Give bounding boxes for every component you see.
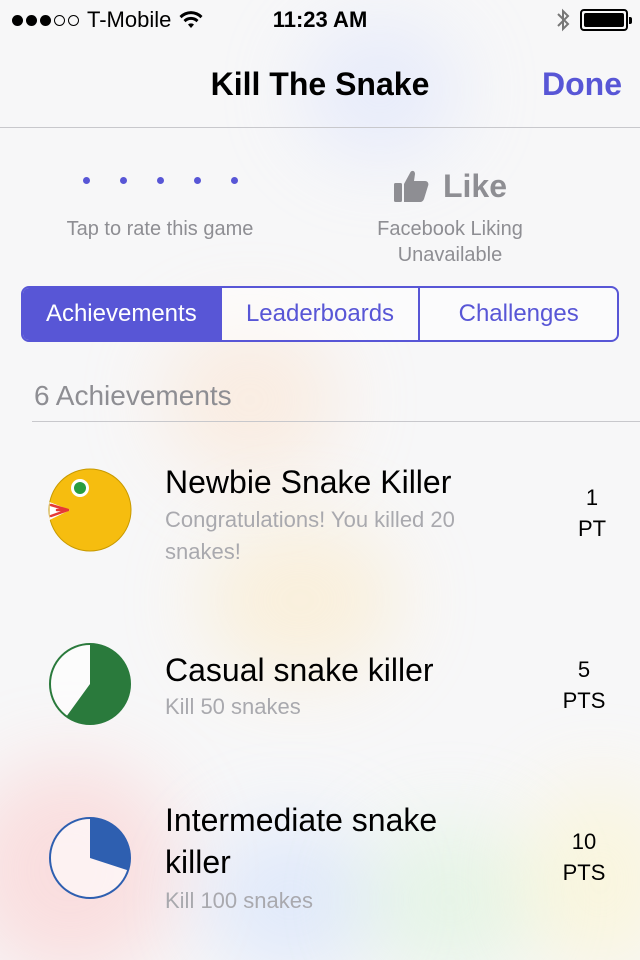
achievement-description-line: Congratulations! You killed 20: [165, 507, 455, 532]
like-label: Like: [442, 167, 508, 204]
rate-game-label: Tap to rate this game: [66, 218, 254, 240]
tab-challenges[interactable]: Challenges: [418, 288, 617, 340]
rating-dots[interactable]: [40, 168, 280, 192]
segmented-control: Achievements Leaderboards Challenges: [21, 286, 619, 342]
carrier-name: T-Mobile: [87, 7, 172, 32]
rating-star-5[interactable]: [230, 176, 238, 184]
signal-dot: [12, 14, 23, 26]
battery-icon: [580, 9, 632, 31]
like-status-line: Unavailable: [397, 244, 503, 266]
signal-dot: [26, 14, 37, 26]
thumbs-up-icon: [393, 170, 429, 202]
status-bar: T-Mobile 11:23 AM: [0, 0, 640, 40]
navigation-bar: Kill The Snake Done: [0, 40, 640, 128]
divider: [32, 421, 640, 422]
battery-level: [584, 13, 624, 27]
rate-game-control[interactable]: Tap to rate this game: [40, 168, 280, 241]
points-unit: PT: [577, 516, 607, 541]
points-value: 1: [585, 485, 599, 510]
points-value: 5: [577, 657, 591, 682]
achievement-description: Kill 100 snakes: [165, 888, 313, 913]
wifi-icon: [179, 11, 203, 28]
points-value: 10: [571, 829, 597, 854]
status-right: [556, 8, 632, 32]
achievements-count-header: 6 Achievements: [34, 380, 232, 411]
signal-strength-icon: [12, 14, 79, 26]
rating-star-4[interactable]: [193, 176, 201, 184]
tab-achievements[interactable]: Achievements: [23, 288, 220, 340]
like-button: Like: [340, 164, 560, 208]
achievement-title: Intermediate snake killer: [165, 799, 437, 883]
points-unit: PTS: [562, 688, 606, 713]
status-left: T-Mobile: [12, 7, 203, 33]
signal-dot: [54, 14, 65, 26]
points-unit: PTS: [562, 860, 606, 885]
achievement-title: Newbie Snake Killer: [165, 464, 452, 500]
snake-head-icon: [48, 468, 132, 552]
rating-star-2[interactable]: [119, 176, 127, 184]
achievement-row[interactable]: Newbie Snake Killer Congratulations! You…: [0, 440, 640, 600]
progress-pie-icon: [49, 817, 131, 899]
done-button[interactable]: Done: [542, 66, 622, 103]
tab-leaderboards[interactable]: Leaderboards: [219, 288, 419, 340]
achievement-title-line: killer: [165, 844, 231, 880]
achievement-points: 10 PTS: [554, 826, 614, 888]
achievement-title: Casual snake killer: [165, 652, 434, 688]
achievement-title-line: Intermediate snake: [165, 802, 438, 838]
facebook-like-control: Like Facebook Liking Unavailable: [340, 164, 560, 268]
achievement-description: Congratulations! You killed 20 snakes!: [165, 504, 455, 568]
like-status-text: Facebook Liking Unavailable: [340, 216, 560, 268]
achievement-points: 5 PTS: [554, 654, 614, 716]
achievement-points: 1 PT: [572, 482, 612, 544]
progress-pie-icon: [49, 643, 131, 725]
achievement-row[interactable]: Intermediate snake killer Kill 100 snake…: [0, 780, 640, 960]
achievement-description: Kill 50 snakes: [165, 694, 301, 719]
signal-dot: [40, 14, 51, 26]
bluetooth-icon: [557, 8, 570, 32]
like-status-line: Facebook Liking: [377, 218, 523, 240]
signal-dot: [68, 14, 79, 26]
rating-star-3[interactable]: [156, 176, 164, 184]
achievement-description-line: snakes!: [165, 539, 241, 564]
rating-star-1[interactable]: [82, 176, 90, 184]
achievement-row[interactable]: Casual snake killer Kill 50 snakes 5 PTS: [0, 620, 640, 780]
